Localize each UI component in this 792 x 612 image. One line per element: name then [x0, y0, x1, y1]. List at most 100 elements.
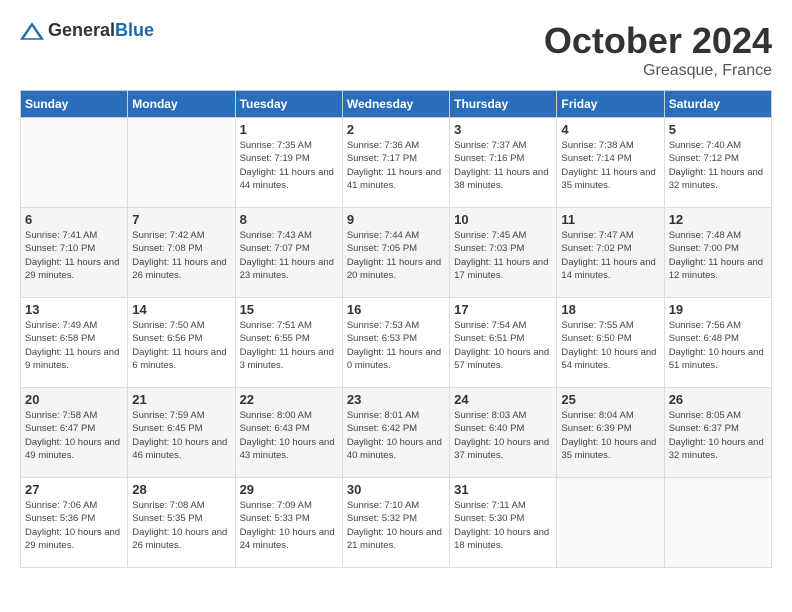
day-info: Sunrise: 7:35 AM Sunset: 7:19 PM Dayligh…: [240, 139, 338, 192]
day-number: 6: [25, 212, 123, 227]
day-number: 22: [240, 392, 338, 407]
calendar-table: SundayMondayTuesdayWednesdayThursdayFrid…: [20, 90, 772, 568]
day-number: 21: [132, 392, 230, 407]
day-number: 27: [25, 482, 123, 497]
calendar-cell: 7Sunrise: 7:42 AM Sunset: 7:08 PM Daylig…: [128, 208, 235, 298]
logo-text-blue: Blue: [115, 20, 154, 40]
calendar-week-4: 20 Sunrise: 7:58 AM Sunset: 6:47 PM Dayli…: [21, 388, 772, 478]
title-area: October 2024 Greasque, France: [544, 20, 772, 80]
day-info: Sunrise: 7:38 AM Sunset: 7:14 PM Dayligh…: [561, 139, 659, 192]
day-info: Sunrise: 8:00 AM Sunset: 6:43 PM Dayligh…: [240, 409, 338, 462]
calendar-cell: 20 Sunrise: 7:58 AM Sunset: 6:47 PM Dayli…: [21, 388, 128, 478]
day-info: Sunrise: 7:43 AM Sunset: 7:07 PM Dayligh…: [240, 229, 338, 282]
day-info: Sunrise: 7:44 AM Sunset: 7:05 PM Dayligh…: [347, 229, 445, 282]
weekday-header-saturday: Saturday: [664, 91, 771, 118]
calendar-cell: 24Sunrise: 8:03 AM Sunset: 6:40 PM Dayli…: [450, 388, 557, 478]
day-info: Sunrise: 7:08 AM Sunset: 5:35 PM Dayligh…: [132, 499, 230, 552]
calendar-cell: [21, 118, 128, 208]
calendar-cell: 11Sunrise: 7:47 AM Sunset: 7:02 PM Dayli…: [557, 208, 664, 298]
calendar-cell: [664, 478, 771, 568]
calendar-cell: 15Sunrise: 7:51 AM Sunset: 6:55 PM Dayli…: [235, 298, 342, 388]
calendar-cell: 16 Sunrise: 7:53 AM Sunset: 6:53 PM Dayli…: [342, 298, 449, 388]
weekday-header-friday: Friday: [557, 91, 664, 118]
weekday-header-tuesday: Tuesday: [235, 91, 342, 118]
day-info: Sunrise: 7:55 AM Sunset: 6:50 PM Dayligh…: [561, 319, 659, 372]
calendar-cell: 18 Sunrise: 7:55 AM Sunset: 6:50 PM Dayli…: [557, 298, 664, 388]
day-number: 1: [240, 122, 338, 137]
calendar-cell: 21Sunrise: 7:59 AM Sunset: 6:45 PM Dayli…: [128, 388, 235, 478]
weekday-header-thursday: Thursday: [450, 91, 557, 118]
day-info: Sunrise: 7:51 AM Sunset: 6:55 PM Dayligh…: [240, 319, 338, 372]
day-number: 13: [25, 302, 123, 317]
weekday-header-sunday: Sunday: [21, 91, 128, 118]
logo-text-general: General: [48, 20, 115, 40]
day-number: 26: [669, 392, 767, 407]
calendar-cell: 25 Sunrise: 8:04 AM Sunset: 6:39 PM Dayli…: [557, 388, 664, 478]
day-number: 11: [561, 212, 659, 227]
calendar-cell: 26Sunrise: 8:05 AM Sunset: 6:37 PM Dayli…: [664, 388, 771, 478]
day-number: 29: [240, 482, 338, 497]
day-info: Sunrise: 7:49 AM Sunset: 6:58 PM Dayligh…: [25, 319, 123, 372]
weekday-header-wednesday: Wednesday: [342, 91, 449, 118]
calendar-body: 1 Sunrise: 7:35 AM Sunset: 7:19 PM Daylig…: [21, 118, 772, 568]
day-number: 12: [669, 212, 767, 227]
day-info: Sunrise: 7:11 AM Sunset: 5:30 PM Dayligh…: [454, 499, 552, 552]
calendar-week-1: 1 Sunrise: 7:35 AM Sunset: 7:19 PM Daylig…: [21, 118, 772, 208]
calendar-cell: 30 Sunrise: 7:10 AM Sunset: 5:32 PM Dayli…: [342, 478, 449, 568]
day-info: Sunrise: 7:45 AM Sunset: 7:03 PM Dayligh…: [454, 229, 552, 282]
location-title: Greasque, France: [544, 62, 772, 80]
day-number: 9: [347, 212, 445, 227]
day-number: 18: [561, 302, 659, 317]
day-info: Sunrise: 7:50 AM Sunset: 6:56 PM Dayligh…: [132, 319, 230, 372]
calendar-cell: 31 Sunrise: 7:11 AM Sunset: 5:30 PM Dayli…: [450, 478, 557, 568]
calendar-cell: 12 Sunrise: 7:48 AM Sunset: 7:00 PM Dayli…: [664, 208, 771, 298]
calendar-cell: 10 Sunrise: 7:45 AM Sunset: 7:03 PM Dayli…: [450, 208, 557, 298]
day-info: Sunrise: 7:09 AM Sunset: 5:33 PM Dayligh…: [240, 499, 338, 552]
calendar-cell: 19 Sunrise: 7:56 AM Sunset: 6:48 PM Dayli…: [664, 298, 771, 388]
day-info: Sunrise: 7:41 AM Sunset: 7:10 PM Dayligh…: [25, 229, 123, 282]
calendar-cell: 2 Sunrise: 7:36 AM Sunset: 7:17 PM Daylig…: [342, 118, 449, 208]
day-number: 3: [454, 122, 552, 137]
calendar-week-5: 27 Sunrise: 7:06 AM Sunset: 5:36 PM Dayli…: [21, 478, 772, 568]
day-info: Sunrise: 7:56 AM Sunset: 6:48 PM Dayligh…: [669, 319, 767, 372]
day-info: Sunrise: 7:36 AM Sunset: 7:17 PM Dayligh…: [347, 139, 445, 192]
header: GeneralBlue October 2024 Greasque, Franc…: [20, 20, 772, 80]
day-number: 2: [347, 122, 445, 137]
calendar-cell: [128, 118, 235, 208]
calendar-cell: 3 Sunrise: 7:37 AM Sunset: 7:16 PM Daylig…: [450, 118, 557, 208]
day-info: Sunrise: 7:53 AM Sunset: 6:53 PM Dayligh…: [347, 319, 445, 372]
calendar-cell: 14 Sunrise: 7:50 AM Sunset: 6:56 PM Dayli…: [128, 298, 235, 388]
day-info: Sunrise: 8:04 AM Sunset: 6:39 PM Dayligh…: [561, 409, 659, 462]
calendar-cell: 13 Sunrise: 7:49 AM Sunset: 6:58 PM Dayli…: [21, 298, 128, 388]
day-info: Sunrise: 7:48 AM Sunset: 7:00 PM Dayligh…: [669, 229, 767, 282]
day-number: 14: [132, 302, 230, 317]
day-number: 23: [347, 392, 445, 407]
day-info: Sunrise: 7:58 AM Sunset: 6:47 PM Dayligh…: [25, 409, 123, 462]
day-info: Sunrise: 8:01 AM Sunset: 6:42 PM Dayligh…: [347, 409, 445, 462]
calendar-cell: 6 Sunrise: 7:41 AM Sunset: 7:10 PM Daylig…: [21, 208, 128, 298]
day-number: 31: [454, 482, 552, 497]
day-info: Sunrise: 7:40 AM Sunset: 7:12 PM Dayligh…: [669, 139, 767, 192]
month-title: October 2024: [544, 20, 772, 62]
day-number: 8: [240, 212, 338, 227]
day-number: 5: [669, 122, 767, 137]
calendar-cell: 8 Sunrise: 7:43 AM Sunset: 7:07 PM Daylig…: [235, 208, 342, 298]
day-number: 16: [347, 302, 445, 317]
day-number: 25: [561, 392, 659, 407]
day-number: 10: [454, 212, 552, 227]
calendar-cell: 29 Sunrise: 7:09 AM Sunset: 5:33 PM Dayli…: [235, 478, 342, 568]
day-number: 24: [454, 392, 552, 407]
calendar-cell: 9 Sunrise: 7:44 AM Sunset: 7:05 PM Daylig…: [342, 208, 449, 298]
day-info: Sunrise: 7:42 AM Sunset: 7:08 PM Dayligh…: [132, 229, 230, 282]
day-number: 19: [669, 302, 767, 317]
calendar-cell: 1 Sunrise: 7:35 AM Sunset: 7:19 PM Daylig…: [235, 118, 342, 208]
calendar-cell: 28 Sunrise: 7:08 AM Sunset: 5:35 PM Dayli…: [128, 478, 235, 568]
day-info: Sunrise: 7:10 AM Sunset: 5:32 PM Dayligh…: [347, 499, 445, 552]
day-info: Sunrise: 7:06 AM Sunset: 5:36 PM Dayligh…: [25, 499, 123, 552]
calendar-week-3: 13 Sunrise: 7:49 AM Sunset: 6:58 PM Dayli…: [21, 298, 772, 388]
day-info: Sunrise: 7:37 AM Sunset: 7:16 PM Dayligh…: [454, 139, 552, 192]
day-number: 20: [25, 392, 123, 407]
calendar-cell: 22 Sunrise: 8:00 AM Sunset: 6:43 PM Dayli…: [235, 388, 342, 478]
day-number: 30: [347, 482, 445, 497]
day-number: 28: [132, 482, 230, 497]
